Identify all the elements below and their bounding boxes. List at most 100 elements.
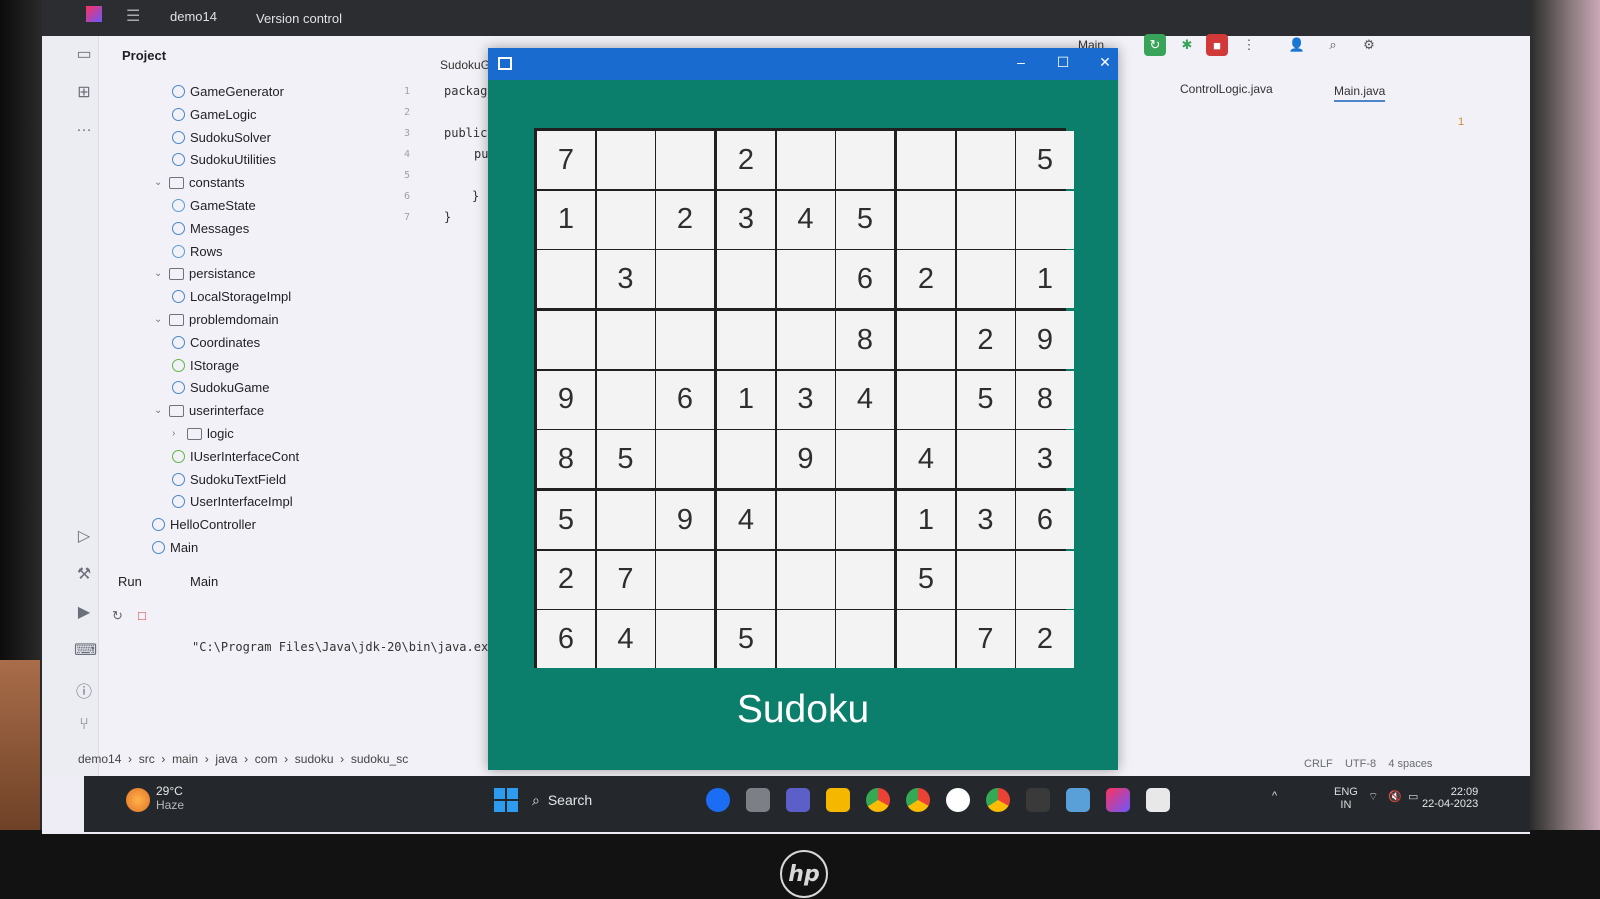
- sudoku-cell[interactable]: 9: [656, 491, 714, 549]
- sudoku-cell[interactable]: [596, 131, 655, 189]
- sudoku-cell[interactable]: [656, 610, 714, 668]
- main-menu-icon[interactable]: ☰: [126, 6, 140, 26]
- sudoku-cell[interactable]: [776, 131, 835, 189]
- sudoku-cell[interactable]: [956, 550, 1015, 609]
- sudoku-cell[interactable]: 4: [836, 370, 894, 429]
- sudoku-cell[interactable]: [537, 250, 595, 308]
- tree-item-userinterface[interactable]: ⌄ userinterface: [154, 403, 264, 418]
- sudoku-cell[interactable]: 6: [656, 370, 714, 429]
- tray-chevron-icon[interactable]: ^: [1272, 790, 1277, 802]
- chrome-alt-icon[interactable]: [986, 788, 1010, 812]
- tab-controllogic[interactable]: ControlLogic.java: [1180, 82, 1273, 96]
- battery-icon[interactable]: ▭: [1408, 790, 1418, 803]
- weather-icon[interactable]: [126, 788, 150, 812]
- tree-item-iuserinterfacecont[interactable]: IUserInterfaceCont: [172, 449, 299, 464]
- intellij-taskbar-icon[interactable]: [1106, 788, 1130, 812]
- sudoku-cell[interactable]: [776, 610, 835, 668]
- sudoku-cell[interactable]: 7: [537, 131, 595, 189]
- breadcrumb-item[interactable]: src: [139, 752, 155, 766]
- stop-icon[interactable]: ■: [1206, 34, 1228, 56]
- tree-item-sudokuutilities[interactable]: SudokuUtilities: [172, 152, 276, 167]
- sudoku-cell[interactable]: 4: [717, 491, 775, 549]
- minimize-button[interactable]: –: [1010, 54, 1032, 70]
- sudoku-cell[interactable]: 5: [836, 190, 894, 249]
- run-toolbar-stop-icon[interactable]: □: [138, 608, 146, 623]
- sudoku-cell[interactable]: 3: [596, 250, 655, 308]
- tree-item-gamegenerator[interactable]: GameGenerator: [172, 84, 284, 99]
- sudoku-cell[interactable]: 2: [1016, 610, 1074, 668]
- tree-item-userinterfaceimpl[interactable]: UserInterfaceImpl: [172, 494, 293, 509]
- sudoku-cell[interactable]: [656, 131, 714, 189]
- sudoku-cell[interactable]: [836, 131, 894, 189]
- sudoku-cell[interactable]: 4: [596, 610, 655, 668]
- sudoku-cell[interactable]: [897, 610, 955, 668]
- sudoku-cell[interactable]: [956, 190, 1015, 249]
- chevron-down-icon[interactable]: ⌄: [154, 177, 164, 188]
- language-indicator[interactable]: ENG IN: [1334, 786, 1358, 812]
- java-app-taskbar-icon[interactable]: [1146, 788, 1170, 812]
- code-line[interactable]: }: [444, 210, 451, 224]
- sudoku-cell[interactable]: 5: [596, 430, 655, 488]
- chevron-down-icon[interactable]: ⌄: [154, 268, 164, 279]
- file-explorer-icon[interactable]: [826, 788, 850, 812]
- editor-tab[interactable]: SudokuG: [440, 58, 490, 72]
- weather-temperature[interactable]: 29°C: [156, 784, 183, 798]
- sudoku-cell[interactable]: 7: [596, 550, 655, 609]
- project-folder-icon[interactable]: ▭: [74, 44, 94, 64]
- chrome-profile-icon[interactable]: [906, 788, 930, 812]
- store-icon[interactable]: [1066, 788, 1090, 812]
- sudoku-cell[interactable]: [596, 311, 655, 369]
- settings-gear-icon[interactable]: ⚙: [1358, 34, 1380, 56]
- rerun-icon[interactable]: ↻: [1144, 34, 1166, 56]
- taskbar-search[interactable]: ⌕ Search: [532, 786, 692, 814]
- sudoku-cell[interactable]: [836, 491, 894, 549]
- breadcrumb-item[interactable]: main: [172, 752, 198, 766]
- file-encoding[interactable]: UTF-8: [1345, 758, 1376, 770]
- sudoku-cell[interactable]: 4: [776, 190, 835, 249]
- account-icon[interactable]: 👤: [1286, 34, 1308, 56]
- whatsapp-icon[interactable]: [946, 788, 970, 812]
- sudoku-cell[interactable]: 1: [537, 190, 595, 249]
- debug-icon[interactable]: ✱: [1176, 34, 1198, 56]
- breadcrumb-item[interactable]: java: [215, 752, 237, 766]
- sudoku-cell[interactable]: 2: [897, 250, 955, 308]
- sudoku-cell[interactable]: 5: [717, 610, 775, 668]
- search-everywhere-icon[interactable]: ⌕: [1322, 34, 1344, 56]
- sudoku-cell[interactable]: 6: [537, 610, 595, 668]
- sudoku-cell[interactable]: 6: [836, 250, 894, 308]
- tree-item-coordinates[interactable]: Coordinates: [172, 335, 260, 350]
- chevron-down-icon[interactable]: ›: [172, 428, 182, 439]
- tree-item-sudokusolver[interactable]: SudokuSolver: [172, 130, 271, 145]
- sudoku-cell[interactable]: [717, 250, 775, 308]
- sudoku-cell[interactable]: [1016, 550, 1074, 609]
- breadcrumb-item[interactable]: demo14: [78, 752, 121, 766]
- project-name[interactable]: demo14: [170, 9, 217, 24]
- run-window-icon[interactable]: ▶: [74, 602, 94, 622]
- sudoku-cell[interactable]: [596, 491, 655, 549]
- problems-icon[interactable]: ⓘ: [74, 678, 94, 701]
- project-panel-title[interactable]: Project: [122, 48, 166, 63]
- tree-item-messages[interactable]: Messages: [172, 221, 249, 236]
- tree-item-sudokugame[interactable]: SudokuGame: [172, 380, 270, 395]
- tree-item-rows[interactable]: Rows: [172, 244, 223, 259]
- sudoku-cell[interactable]: [776, 491, 835, 549]
- sudoku-cell[interactable]: [897, 131, 955, 189]
- git-icon[interactable]: ⑂: [74, 716, 94, 736]
- sudoku-cell[interactable]: [656, 250, 714, 308]
- tree-item-persistance[interactable]: ⌄ persistance: [154, 266, 255, 281]
- breadcrumb-item[interactable]: com: [255, 752, 278, 766]
- sudoku-cell[interactable]: [656, 550, 714, 609]
- system-clock[interactable]: 22:09 22-04-2023: [1422, 786, 1478, 810]
- tree-item-gamestate[interactable]: GameState: [172, 198, 256, 213]
- run-toolbar-rerun-icon[interactable]: ↻: [112, 608, 123, 624]
- sudoku-cell[interactable]: [776, 250, 835, 308]
- close-button[interactable]: ✕: [1094, 54, 1116, 71]
- sudoku-cell[interactable]: 3: [956, 491, 1015, 549]
- sudoku-cell[interactable]: 8: [836, 311, 894, 369]
- terminal-icon[interactable]: ⌨: [74, 640, 97, 660]
- teams-icon[interactable]: [786, 788, 810, 812]
- chevron-down-icon[interactable]: ⌄: [154, 405, 164, 416]
- tree-item-problemdomain[interactable]: ⌄ problemdomain: [154, 312, 279, 327]
- sudoku-cell[interactable]: [717, 550, 775, 609]
- sudoku-cell[interactable]: 5: [537, 491, 595, 549]
